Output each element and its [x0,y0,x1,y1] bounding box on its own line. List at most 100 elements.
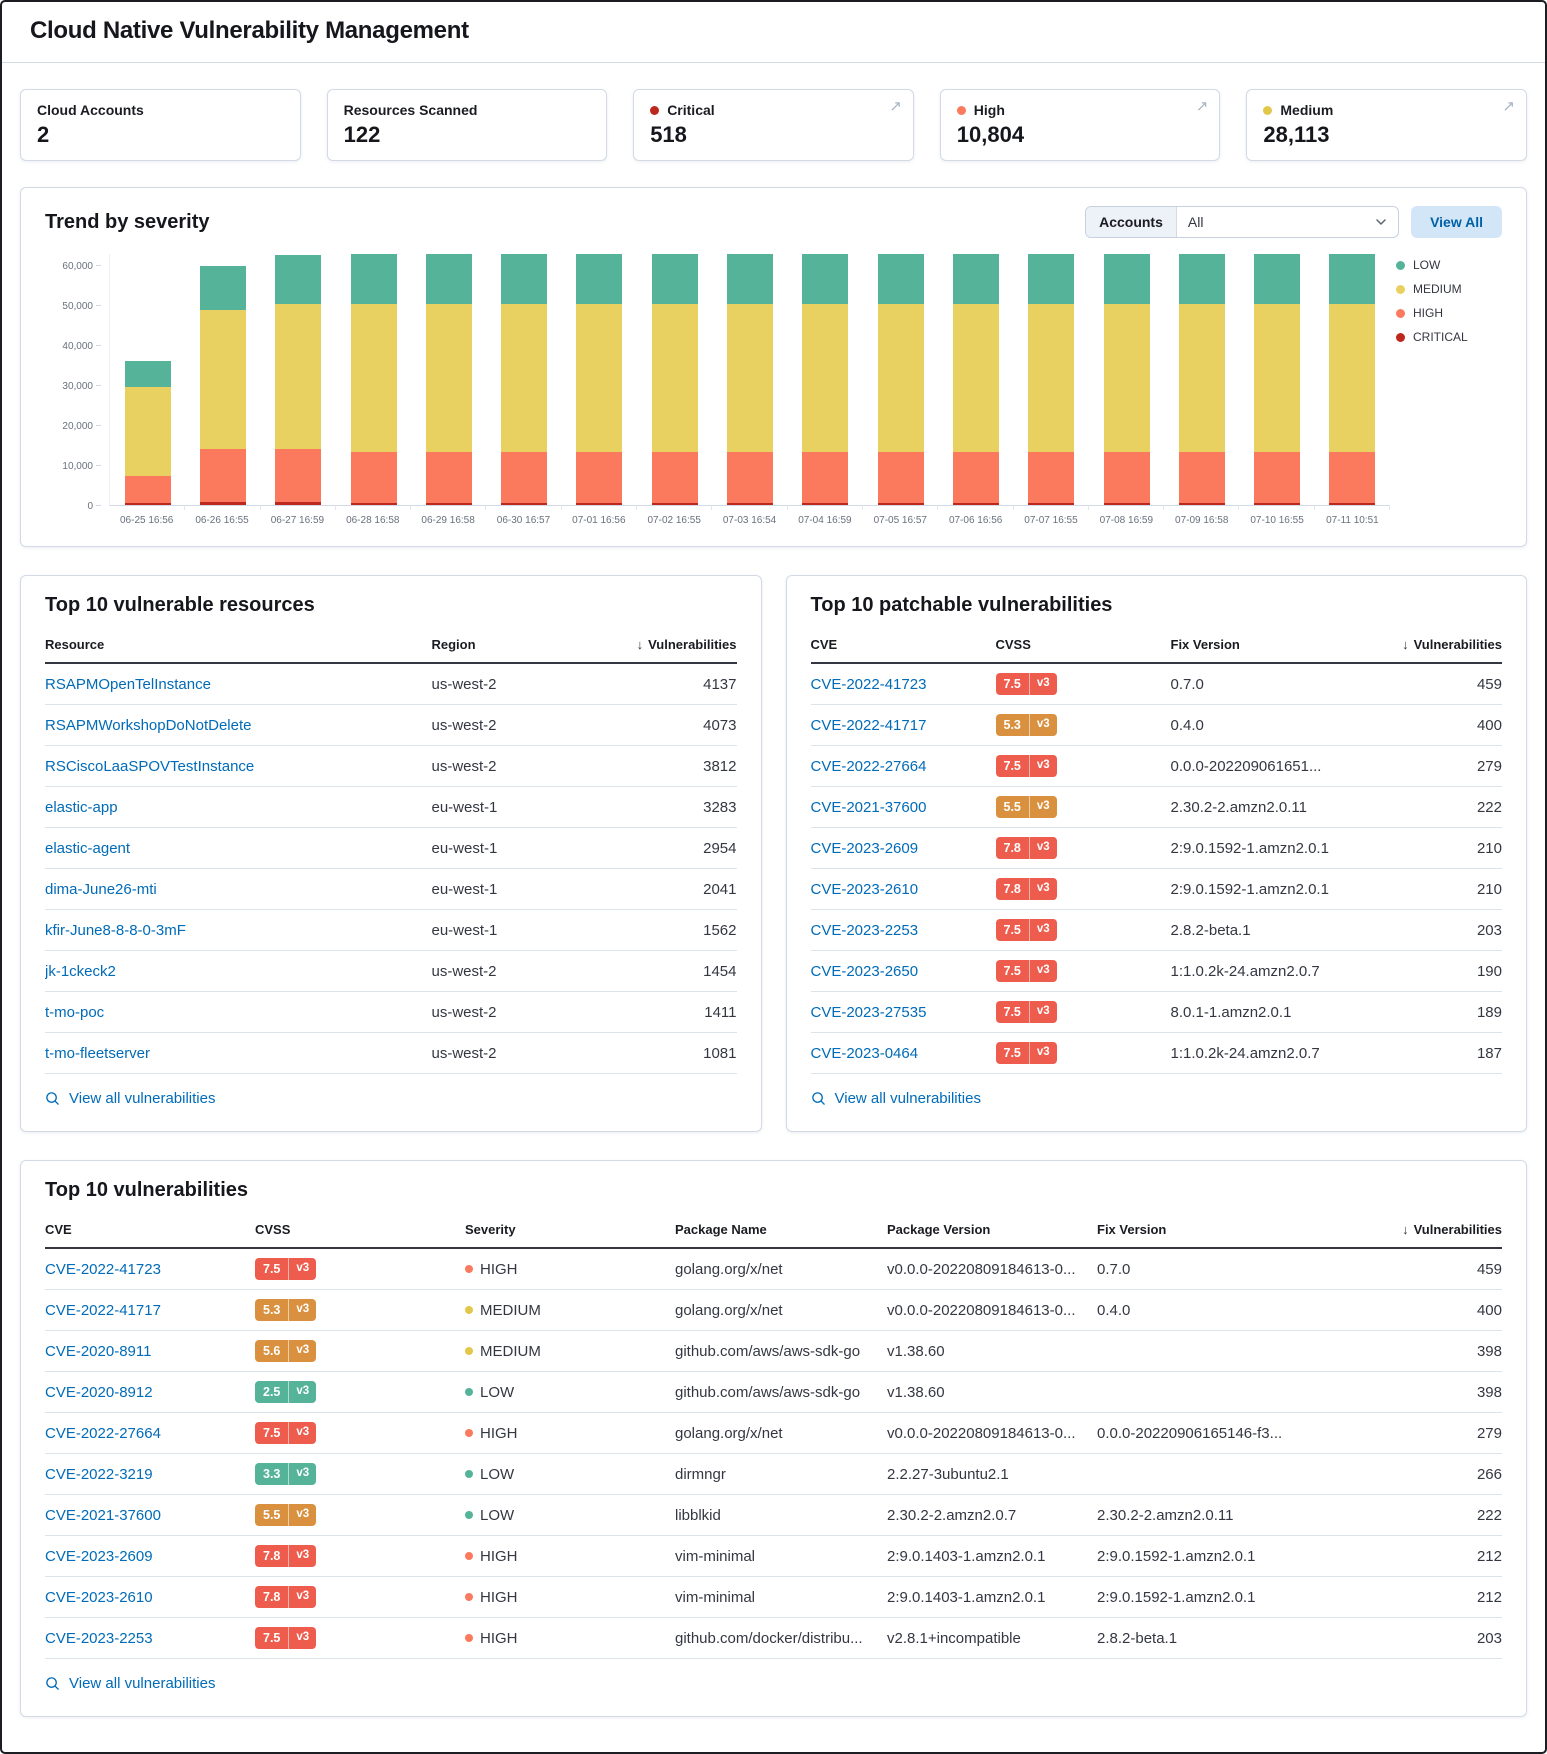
stat-card-critical[interactable]: ↗Critical518 [633,89,914,161]
stat-label: High [974,102,1005,118]
fix-version-cell: 2.8.2-beta.1 [1171,922,1373,939]
cvss-cell: 7.5v3 [255,1627,465,1650]
legend-item-medium[interactable]: MEDIUM [1396,282,1502,296]
cve-link[interactable]: CVE-2022-41723 [811,676,927,693]
cvss-cell: 7.8v3 [996,837,1171,860]
cve-link[interactable]: CVE-2022-41723 [45,1261,161,1278]
chart-bar-07-05-16-57[interactable] [863,254,938,505]
resource-link[interactable]: RSAPMWorkshopDoNotDelete [45,717,251,734]
chart-bar-07-03-16-54[interactable] [712,254,787,505]
chart-bar-06-30-16-57[interactable] [486,254,561,505]
severity-indicator: HIGH [465,1261,665,1278]
cvss-score: 7.8 [255,1586,288,1609]
x-axis-label: 07-09 16:58 [1164,515,1239,526]
severity-cell: LOW [465,1466,675,1483]
chart-bar-07-10-16-55[interactable] [1239,254,1314,505]
table-row: RSCiscoLaaSPOVTestInstanceus-west-23812 [45,746,737,787]
resource-link[interactable]: t-mo-poc [45,1004,104,1021]
chart-bar-07-02-16-55[interactable] [637,254,712,505]
resource-link[interactable]: RSCiscoLaaSPOVTestInstance [45,758,254,775]
column-header-vulnerabilities[interactable]: ↓Vulnerabilities [1372,637,1502,652]
package-name-cell: golang.org/x/net [675,1302,887,1319]
cve-link[interactable]: CVE-2022-41717 [811,717,927,734]
cve-link[interactable]: CVE-2020-8911 [45,1343,151,1360]
external-link-icon[interactable]: ↗ [889,97,902,115]
chart-bar-07-07-16-55[interactable] [1014,254,1089,505]
vulnerabilities-count-cell: 279 [1352,1425,1502,1442]
column-header-vulnerabilities[interactable]: ↓Vulnerabilities [617,637,737,652]
chart-bar-07-01-16-56[interactable] [562,254,637,505]
cve-link[interactable]: CVE-2022-41717 [45,1302,161,1319]
chart-bar-07-08-16-59[interactable] [1089,254,1164,505]
cve-link[interactable]: CVE-2022-27664 [811,758,927,775]
external-link-icon[interactable]: ↗ [1196,97,1209,115]
bar-segment-high [125,476,171,503]
bar-segment-medium [1104,304,1150,452]
cve-link[interactable]: CVE-2022-27664 [45,1425,161,1442]
table-header: CVE CVSS Severity Package Name Package V… [45,1214,1502,1249]
stat-label-row: Critical [650,102,897,118]
resource-link[interactable]: t-mo-fleetserver [45,1045,150,1062]
chart-bar-06-29-16-58[interactable] [411,254,486,505]
resource-link[interactable]: RSAPMOpenTelInstance [45,676,211,693]
legend-item-low[interactable]: LOW [1396,258,1502,272]
vulnerabilities-count-cell: 400 [1372,717,1502,734]
chart-bar-07-06-16-56[interactable] [938,254,1013,505]
column-header-vulnerabilities[interactable]: ↓Vulnerabilities [1352,1222,1502,1237]
region-cell: us-west-2 [432,758,617,775]
bar-segment-low [200,266,246,310]
vulnerabilities-count-cell: 398 [1352,1343,1502,1360]
resource-link[interactable]: kfir-June8-8-8-0-3mF [45,922,186,939]
vulnerabilities-count-cell: 212 [1352,1589,1502,1606]
cve-link[interactable]: CVE-2023-2253 [45,1630,153,1647]
view-all-vulnerabilities-link[interactable]: View all vulnerabilities [45,1675,215,1692]
vulnerabilities-count-cell: 279 [1372,758,1502,775]
chart-bar-06-27-16-59[interactable] [261,254,336,505]
external-link-icon[interactable]: ↗ [1502,97,1515,115]
cve-link[interactable]: CVE-2023-2650 [811,963,919,980]
resource-link[interactable]: elastic-agent [45,840,130,857]
cve-link[interactable]: CVE-2020-8912 [45,1384,153,1401]
cve-link[interactable]: CVE-2023-2253 [811,922,919,939]
chart-bar-07-04-16-59[interactable] [788,254,863,505]
stat-card-medium[interactable]: ↗Medium28,113 [1246,89,1527,161]
cve-link[interactable]: CVE-2023-27535 [811,1004,927,1021]
cvss-badge: 7.5v3 [996,960,1057,983]
cve-link[interactable]: CVE-2022-3219 [45,1466,153,1483]
package-name-cell: golang.org/x/net [675,1261,887,1278]
resource-link[interactable]: dima-June26-mti [45,881,157,898]
table-row: CVE-2023-26107.8v32:9.0.1592-1.amzn2.0.1… [811,869,1503,910]
chart-bar-07-11-10-51[interactable] [1315,254,1390,505]
cve-link[interactable]: CVE-2023-2610 [811,881,919,898]
accounts-select-value[interactable]: All [1177,207,1398,237]
stat-card-high[interactable]: ↗High10,804 [940,89,1221,161]
chart-bar-06-26-16-55[interactable] [185,254,260,505]
view-all-vulnerabilities-link[interactable]: View all vulnerabilities [45,1090,215,1107]
resource-link[interactable]: elastic-app [45,799,118,816]
fix-version-cell: 0.7.0 [1097,1261,1352,1278]
cve-link[interactable]: CVE-2021-37600 [45,1507,161,1524]
accounts-select[interactable]: Accounts All [1085,206,1399,238]
vulnerabilities-count-cell: 4073 [617,717,737,734]
severity-indicator: LOW [465,1384,665,1401]
stacked-bars[interactable] [109,254,1390,506]
legend-item-critical[interactable]: CRITICAL [1396,330,1502,344]
table-row: CVE-2023-26097.8v3HIGHvim-minimal2:9.0.1… [45,1536,1502,1577]
severity-label: LOW [480,1384,514,1401]
cve-link[interactable]: CVE-2023-2610 [45,1589,153,1606]
chart-bar-07-09-16-58[interactable] [1164,254,1239,505]
severity-dot [1263,106,1272,115]
cve-link[interactable]: CVE-2021-37600 [811,799,927,816]
cvss-version: v3 [1029,837,1057,860]
cve-link[interactable]: CVE-2023-2609 [811,840,919,857]
chart-bar-06-28-16-58[interactable] [336,254,411,505]
cve-link[interactable]: CVE-2023-2609 [45,1548,153,1565]
cve-link[interactable]: CVE-2023-0464 [811,1045,919,1062]
legend-item-high[interactable]: HIGH [1396,306,1502,320]
stacked-bar [351,254,397,505]
chart-bar-06-25-16-56[interactable] [110,254,185,505]
stat-value: 28,113 [1263,122,1510,148]
view-all-button[interactable]: View All [1411,206,1502,238]
resource-link[interactable]: jk-1ckeck2 [45,963,116,980]
view-all-vulnerabilities-link[interactable]: View all vulnerabilities [811,1090,981,1107]
